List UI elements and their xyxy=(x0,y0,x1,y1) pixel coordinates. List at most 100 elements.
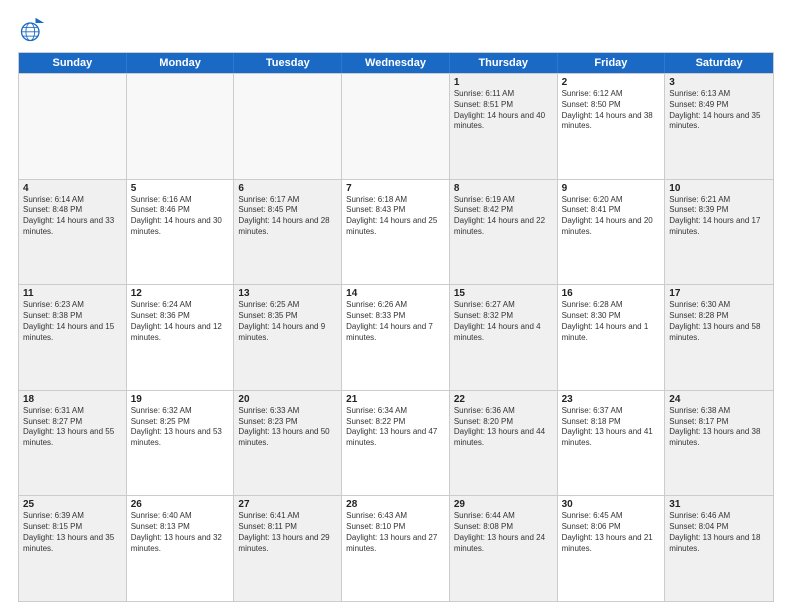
header-day-saturday: Saturday xyxy=(665,53,773,73)
day-info: Sunrise: 6:20 AM Sunset: 8:41 PM Dayligh… xyxy=(562,195,653,236)
calendar-row-2: 11Sunrise: 6:23 AM Sunset: 8:38 PM Dayli… xyxy=(19,284,773,390)
day-cell-10: 10Sunrise: 6:21 AM Sunset: 8:39 PM Dayli… xyxy=(665,180,773,285)
day-info: Sunrise: 6:28 AM Sunset: 8:30 PM Dayligh… xyxy=(562,300,649,341)
day-cell-5: 5Sunrise: 6:16 AM Sunset: 8:46 PM Daylig… xyxy=(127,180,235,285)
day-cell-16: 16Sunrise: 6:28 AM Sunset: 8:30 PM Dayli… xyxy=(558,285,666,390)
day-number: 26 xyxy=(131,499,230,510)
day-info: Sunrise: 6:24 AM Sunset: 8:36 PM Dayligh… xyxy=(131,300,222,341)
day-cell-13: 13Sunrise: 6:25 AM Sunset: 8:35 PM Dayli… xyxy=(234,285,342,390)
logo-icon xyxy=(18,16,46,44)
day-number: 11 xyxy=(23,288,122,299)
day-number: 7 xyxy=(346,183,445,194)
day-info: Sunrise: 6:32 AM Sunset: 8:25 PM Dayligh… xyxy=(131,406,222,447)
day-cell-28: 28Sunrise: 6:43 AM Sunset: 8:10 PM Dayli… xyxy=(342,496,450,601)
header-day-tuesday: Tuesday xyxy=(234,53,342,73)
day-number: 27 xyxy=(238,499,337,510)
day-cell-31: 31Sunrise: 6:46 AM Sunset: 8:04 PM Dayli… xyxy=(665,496,773,601)
day-cell-6: 6Sunrise: 6:17 AM Sunset: 8:45 PM Daylig… xyxy=(234,180,342,285)
day-info: Sunrise: 6:17 AM Sunset: 8:45 PM Dayligh… xyxy=(238,195,329,236)
day-info: Sunrise: 6:36 AM Sunset: 8:20 PM Dayligh… xyxy=(454,406,545,447)
day-number: 6 xyxy=(238,183,337,194)
header-day-wednesday: Wednesday xyxy=(342,53,450,73)
day-number: 29 xyxy=(454,499,553,510)
day-number: 30 xyxy=(562,499,661,510)
day-number: 23 xyxy=(562,394,661,405)
day-info: Sunrise: 6:16 AM Sunset: 8:46 PM Dayligh… xyxy=(131,195,222,236)
day-info: Sunrise: 6:41 AM Sunset: 8:11 PM Dayligh… xyxy=(238,511,329,552)
calendar: SundayMondayTuesdayWednesdayThursdayFrid… xyxy=(18,52,774,602)
day-number: 3 xyxy=(669,77,769,88)
day-cell-27: 27Sunrise: 6:41 AM Sunset: 8:11 PM Dayli… xyxy=(234,496,342,601)
calendar-body: 1Sunrise: 6:11 AM Sunset: 8:51 PM Daylig… xyxy=(19,73,773,601)
header-day-friday: Friday xyxy=(558,53,666,73)
day-info: Sunrise: 6:21 AM Sunset: 8:39 PM Dayligh… xyxy=(669,195,760,236)
day-info: Sunrise: 6:33 AM Sunset: 8:23 PM Dayligh… xyxy=(238,406,329,447)
day-cell-23: 23Sunrise: 6:37 AM Sunset: 8:18 PM Dayli… xyxy=(558,391,666,496)
day-cell-11: 11Sunrise: 6:23 AM Sunset: 8:38 PM Dayli… xyxy=(19,285,127,390)
day-info: Sunrise: 6:18 AM Sunset: 8:43 PM Dayligh… xyxy=(346,195,437,236)
empty-cell xyxy=(19,74,127,179)
day-info: Sunrise: 6:27 AM Sunset: 8:32 PM Dayligh… xyxy=(454,300,541,341)
day-number: 10 xyxy=(669,183,769,194)
header-day-monday: Monday xyxy=(127,53,235,73)
day-number: 21 xyxy=(346,394,445,405)
day-cell-29: 29Sunrise: 6:44 AM Sunset: 8:08 PM Dayli… xyxy=(450,496,558,601)
day-info: Sunrise: 6:26 AM Sunset: 8:33 PM Dayligh… xyxy=(346,300,433,341)
day-cell-26: 26Sunrise: 6:40 AM Sunset: 8:13 PM Dayli… xyxy=(127,496,235,601)
day-number: 1 xyxy=(454,77,553,88)
day-number: 18 xyxy=(23,394,122,405)
calendar-row-0: 1Sunrise: 6:11 AM Sunset: 8:51 PM Daylig… xyxy=(19,73,773,179)
day-cell-12: 12Sunrise: 6:24 AM Sunset: 8:36 PM Dayli… xyxy=(127,285,235,390)
empty-cell xyxy=(127,74,235,179)
day-info: Sunrise: 6:43 AM Sunset: 8:10 PM Dayligh… xyxy=(346,511,437,552)
calendar-row-1: 4Sunrise: 6:14 AM Sunset: 8:48 PM Daylig… xyxy=(19,179,773,285)
day-info: Sunrise: 6:19 AM Sunset: 8:42 PM Dayligh… xyxy=(454,195,545,236)
day-cell-4: 4Sunrise: 6:14 AM Sunset: 8:48 PM Daylig… xyxy=(19,180,127,285)
day-cell-18: 18Sunrise: 6:31 AM Sunset: 8:27 PM Dayli… xyxy=(19,391,127,496)
day-number: 19 xyxy=(131,394,230,405)
day-info: Sunrise: 6:23 AM Sunset: 8:38 PM Dayligh… xyxy=(23,300,114,341)
day-number: 5 xyxy=(131,183,230,194)
day-info: Sunrise: 6:25 AM Sunset: 8:35 PM Dayligh… xyxy=(238,300,325,341)
day-info: Sunrise: 6:12 AM Sunset: 8:50 PM Dayligh… xyxy=(562,89,653,130)
day-info: Sunrise: 6:11 AM Sunset: 8:51 PM Dayligh… xyxy=(454,89,545,130)
day-number: 8 xyxy=(454,183,553,194)
day-info: Sunrise: 6:44 AM Sunset: 8:08 PM Dayligh… xyxy=(454,511,545,552)
day-cell-21: 21Sunrise: 6:34 AM Sunset: 8:22 PM Dayli… xyxy=(342,391,450,496)
day-info: Sunrise: 6:14 AM Sunset: 8:48 PM Dayligh… xyxy=(23,195,114,236)
day-number: 16 xyxy=(562,288,661,299)
day-number: 31 xyxy=(669,499,769,510)
day-number: 13 xyxy=(238,288,337,299)
day-info: Sunrise: 6:13 AM Sunset: 8:49 PM Dayligh… xyxy=(669,89,760,130)
day-number: 24 xyxy=(669,394,769,405)
day-number: 22 xyxy=(454,394,553,405)
day-number: 4 xyxy=(23,183,122,194)
day-cell-30: 30Sunrise: 6:45 AM Sunset: 8:06 PM Dayli… xyxy=(558,496,666,601)
day-info: Sunrise: 6:45 AM Sunset: 8:06 PM Dayligh… xyxy=(562,511,653,552)
day-cell-19: 19Sunrise: 6:32 AM Sunset: 8:25 PM Dayli… xyxy=(127,391,235,496)
day-info: Sunrise: 6:31 AM Sunset: 8:27 PM Dayligh… xyxy=(23,406,114,447)
header-day-thursday: Thursday xyxy=(450,53,558,73)
day-info: Sunrise: 6:30 AM Sunset: 8:28 PM Dayligh… xyxy=(669,300,760,341)
day-number: 9 xyxy=(562,183,661,194)
day-number: 14 xyxy=(346,288,445,299)
header xyxy=(18,16,774,44)
header-day-sunday: Sunday xyxy=(19,53,127,73)
day-cell-14: 14Sunrise: 6:26 AM Sunset: 8:33 PM Dayli… xyxy=(342,285,450,390)
day-cell-9: 9Sunrise: 6:20 AM Sunset: 8:41 PM Daylig… xyxy=(558,180,666,285)
day-number: 15 xyxy=(454,288,553,299)
calendar-row-3: 18Sunrise: 6:31 AM Sunset: 8:27 PM Dayli… xyxy=(19,390,773,496)
day-info: Sunrise: 6:39 AM Sunset: 8:15 PM Dayligh… xyxy=(23,511,114,552)
day-cell-20: 20Sunrise: 6:33 AM Sunset: 8:23 PM Dayli… xyxy=(234,391,342,496)
page: SundayMondayTuesdayWednesdayThursdayFrid… xyxy=(0,0,792,612)
day-number: 2 xyxy=(562,77,661,88)
day-cell-24: 24Sunrise: 6:38 AM Sunset: 8:17 PM Dayli… xyxy=(665,391,773,496)
day-cell-25: 25Sunrise: 6:39 AM Sunset: 8:15 PM Dayli… xyxy=(19,496,127,601)
day-cell-22: 22Sunrise: 6:36 AM Sunset: 8:20 PM Dayli… xyxy=(450,391,558,496)
day-number: 25 xyxy=(23,499,122,510)
day-cell-2: 2Sunrise: 6:12 AM Sunset: 8:50 PM Daylig… xyxy=(558,74,666,179)
logo xyxy=(18,16,50,44)
calendar-row-4: 25Sunrise: 6:39 AM Sunset: 8:15 PM Dayli… xyxy=(19,495,773,601)
empty-cell xyxy=(342,74,450,179)
day-cell-15: 15Sunrise: 6:27 AM Sunset: 8:32 PM Dayli… xyxy=(450,285,558,390)
